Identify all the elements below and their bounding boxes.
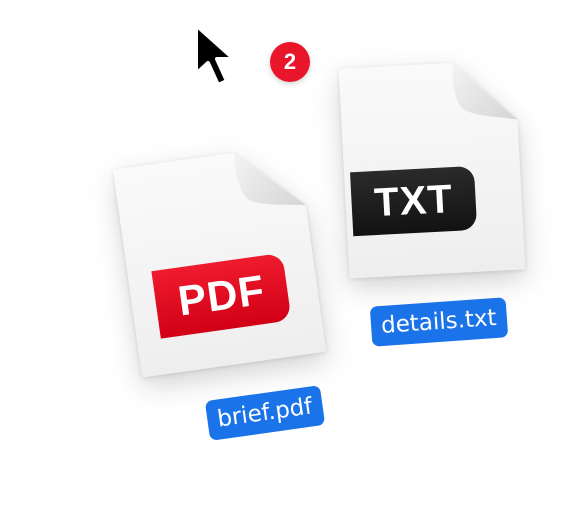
arrow-cursor-icon <box>192 22 252 92</box>
file-type-tag: TXT <box>350 165 478 237</box>
file-name-label[interactable]: details.txt <box>369 297 508 347</box>
file-item-details-txt[interactable]: TXT <box>332 55 534 295</box>
item-count-badge: 2 <box>270 42 310 82</box>
drag-preview: 2 TXT details.txt PDF brief.pdf <box>0 0 564 520</box>
